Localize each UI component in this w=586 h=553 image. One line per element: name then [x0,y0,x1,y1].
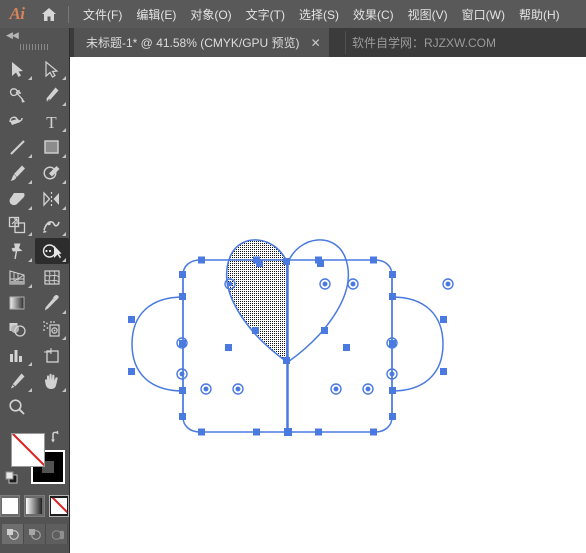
direct-selection-tool[interactable] [35,56,70,82]
draw-normal-button[interactable] [1,524,24,544]
menu-file[interactable]: 文件(F) [76,3,129,26]
document-tab-title: 未标题-1* @ 41.58% (CMYK/GPU 预览) [86,36,300,50]
artboard-canvas[interactable] [70,57,586,553]
menu-object[interactable]: 对象(O) [183,3,238,26]
eyedropper-tool[interactable] [35,290,70,316]
fill-stroke-controls [0,428,69,492]
scale-tool[interactable] [0,212,35,238]
swap-fill-stroke-icon[interactable] [50,430,64,448]
color-mode-button[interactable] [0,495,21,517]
rotate-reflect-tool[interactable] [35,186,70,212]
svg-text:T: T [47,113,58,130]
menu-select[interactable]: 选择(S) [292,3,346,26]
none-indicator [12,434,44,466]
menu-effect[interactable]: 效果(C) [346,3,401,26]
pen-tool[interactable] [35,82,70,108]
menu-view[interactable]: 视图(V) [401,3,455,26]
default-fill-stroke-icon[interactable] [5,471,19,490]
home-icon[interactable] [34,7,64,22]
menu-bar: Ai 文件(F) 编辑(E) 对象(O) 文字(T) 选择(S) 效果(C) 视… [0,0,586,28]
line-segment-tool[interactable] [0,134,35,160]
rectangle-tool[interactable] [35,134,70,160]
menu-type[interactable]: 文字(T) [239,3,292,26]
puppet-warp-tool[interactable] [0,238,35,264]
document-tab-bar: 未标题-1* @ 41.58% (CMYK/GPU 预览) ✕ 软件自学网：RJ… [0,28,586,57]
paintbrush-tool[interactable] [0,160,35,186]
menu-edit[interactable]: 编辑(E) [129,3,183,26]
toolbar-drag-handle[interactable] [0,41,69,53]
app-logo: Ai [9,4,25,23]
close-icon[interactable]: ✕ [311,37,321,49]
shaper-tool[interactable] [35,160,70,186]
draw-inside-button[interactable] [45,524,68,544]
blend-tool[interactable] [0,316,35,342]
slice-tool[interactable] [0,368,35,394]
illustrator-window: Ai 文件(F) 编辑(E) 对象(O) 文字(T) 选择(S) 效果(C) 视… [0,0,586,553]
width-tool[interactable] [35,212,70,238]
watermark-text: 软件自学网：RJZXW.COM [352,36,496,50]
hand-tool[interactable] [35,368,70,394]
eraser-tool[interactable] [0,186,35,212]
fill-swatch[interactable] [11,433,45,467]
curvature-tool[interactable] [0,108,35,134]
column-graph-tool[interactable] [0,342,35,368]
menu-window[interactable]: 窗口(W) [455,3,512,26]
tab-divider [345,31,346,54]
artwork-vector-paths[interactable] [70,57,586,553]
zoom-tool[interactable] [0,394,35,420]
perspective-grid-tool[interactable] [0,264,35,290]
draw-behind-button[interactable] [23,524,46,544]
color-mode-group [0,495,69,517]
draw-mode-group [0,524,69,544]
gradient-mode-button[interactable] [24,495,45,517]
magic-wand-tool[interactable] [0,82,35,108]
center-point-markers [176,278,454,395]
menu-divider [68,5,69,23]
artboard-tool[interactable] [35,342,70,368]
document-tab[interactable]: 未标题-1* @ 41.58% (CMYK/GPU 预览) ✕ [74,28,329,57]
mesh-tool[interactable] [35,264,70,290]
none-mode-button[interactable] [48,495,69,517]
shape-builder-tool[interactable] [34,238,69,264]
gradient-tool[interactable] [0,290,35,316]
right-mug-paths[interactable] [287,239,444,433]
toolbar-empty-slot [35,394,70,420]
type-tool[interactable]: T [35,108,70,134]
collapse-panel-icon[interactable]: ◀◀ [0,28,69,41]
menu-help[interactable]: 帮助(H) [512,3,567,26]
symbol-sprayer-tool[interactable] [35,316,70,342]
tools-panel: ◀◀ T [0,28,70,553]
selection-tool[interactable] [0,56,35,82]
